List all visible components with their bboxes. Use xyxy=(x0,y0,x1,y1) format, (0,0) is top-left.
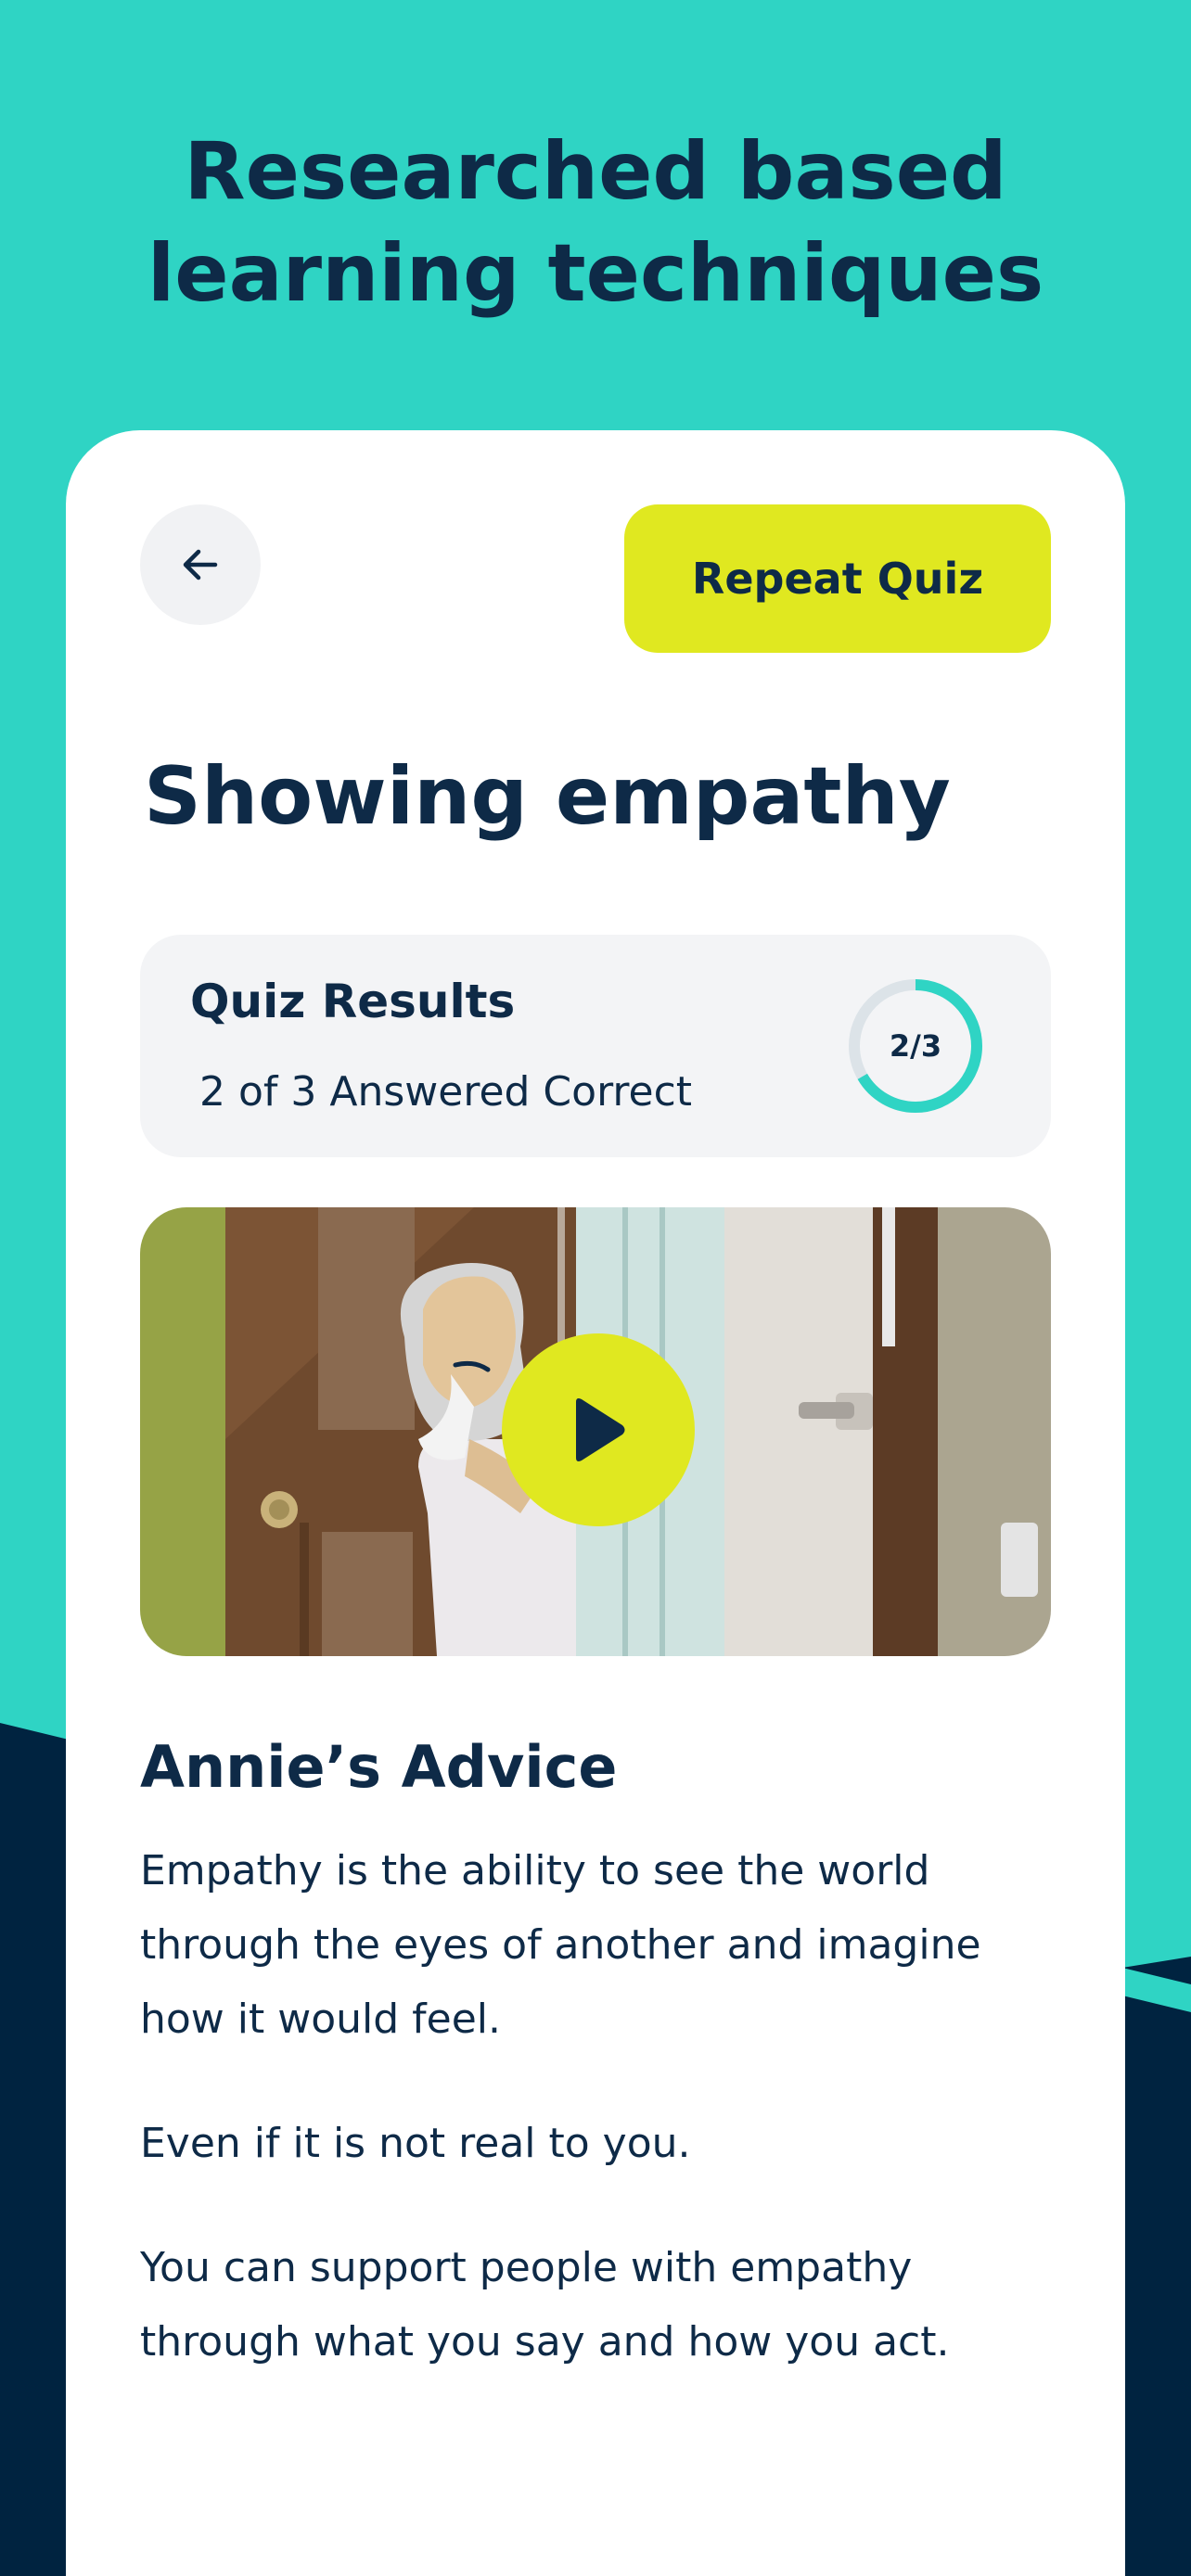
advice-paragraph: Even if it is not real to you. xyxy=(140,2120,691,2167)
headline-line-2: learning techniques xyxy=(147,227,1044,320)
play-icon xyxy=(576,1398,625,1461)
quiz-results-summary: 2 of 3 Answered Correct xyxy=(199,1068,693,1116)
video-player[interactable] xyxy=(140,1207,1051,1656)
advice-paragraph: You can support people with empathy thro… xyxy=(140,2244,950,2366)
back-button[interactable] xyxy=(140,504,261,625)
quiz-results-title: Quiz Results xyxy=(190,975,516,1028)
advice-title: Annie’s Advice xyxy=(140,1733,618,1801)
score-progress-ring: 2/3 xyxy=(845,976,986,1116)
headline-line-1: Researched based xyxy=(184,125,1007,218)
quiz-results-panel: Quiz Results 2 of 3 Answered Correct 2/3 xyxy=(140,935,1051,1157)
repeat-quiz-button[interactable]: Repeat Quiz xyxy=(624,504,1051,653)
arrow-left-icon xyxy=(183,549,218,580)
score-label: 2/3 xyxy=(889,1028,942,1064)
page-title: Showing empathy xyxy=(144,750,951,843)
advice-paragraph: Empathy is the ability to see the world … xyxy=(140,1847,981,2043)
lesson-card: Repeat Quiz Showing empathy Quiz Results… xyxy=(66,430,1125,2576)
play-button[interactable] xyxy=(502,1333,695,1526)
promo-headline: Researched based learning techniques xyxy=(0,121,1191,325)
